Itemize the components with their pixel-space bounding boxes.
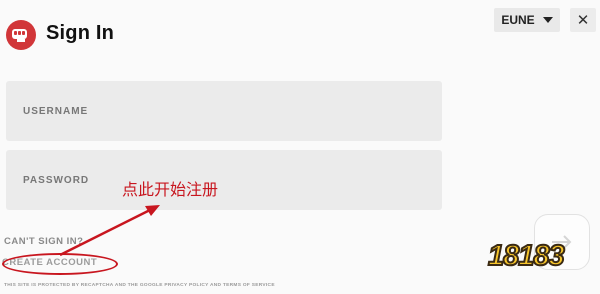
watermark-logo: 18183 [487,239,566,273]
